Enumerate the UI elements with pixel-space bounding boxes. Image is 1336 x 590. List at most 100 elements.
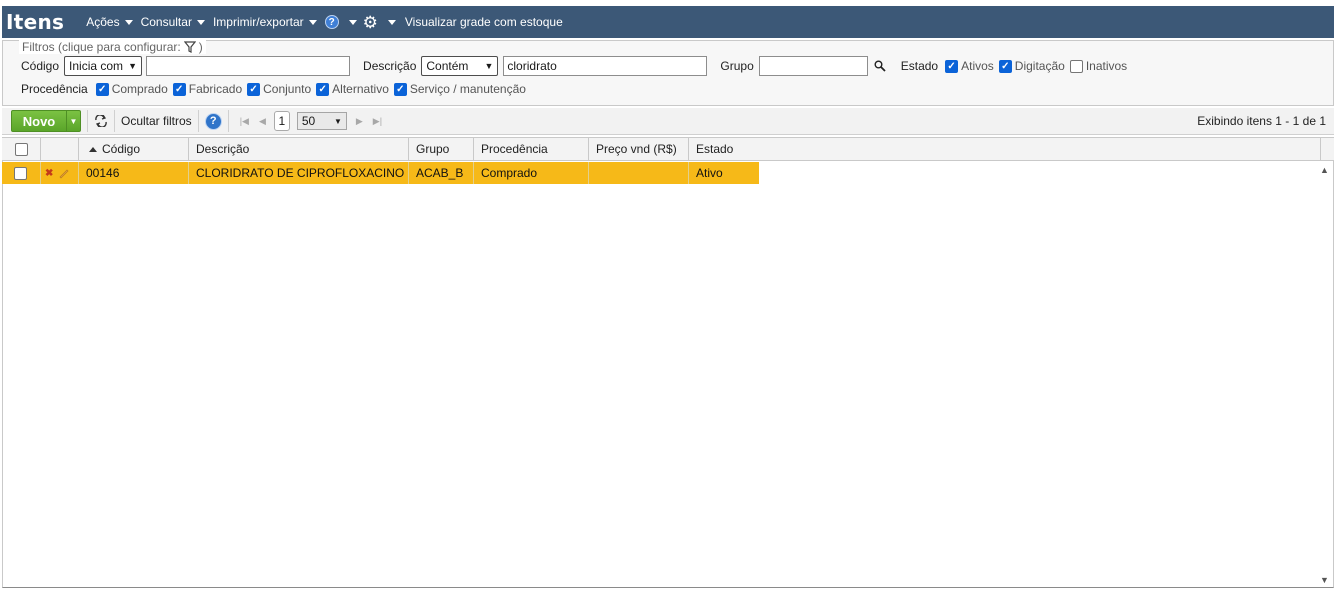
column-procedencia[interactable]: Procedência xyxy=(474,138,589,160)
chevron-down-icon: ▼ xyxy=(484,61,494,71)
menu-consultar[interactable]: Consultar xyxy=(141,15,205,29)
delete-icon[interactable]: ✖ xyxy=(45,168,53,179)
proc-alternativo-label: Alternativo xyxy=(332,82,389,96)
scroll-up-arrow-icon[interactable]: ▲ xyxy=(1320,165,1329,175)
page-number-input[interactable]: 1 xyxy=(273,111,290,131)
codigo-mode-select[interactable]: Inicia com ▼ xyxy=(64,56,143,76)
descricao-mode-select[interactable]: Contém ▼ xyxy=(421,56,499,76)
gear-icon: ⚙ xyxy=(362,12,378,32)
estado-ativos-checkbox[interactable]: ✓ xyxy=(945,59,959,73)
row-checkbox[interactable] xyxy=(14,166,27,180)
estado-inativos-label: Inativos xyxy=(1085,59,1128,73)
descricao-mode-value: Contém xyxy=(426,59,469,73)
menu-acoes[interactable]: Ações xyxy=(86,15,133,29)
edit-pencil-icon[interactable] xyxy=(58,167,70,179)
chevron-down-icon xyxy=(196,19,205,25)
page-title: Itens xyxy=(6,10,65,34)
scrollbar-header xyxy=(1321,138,1334,160)
proc-servico-label: Serviço / manutenção xyxy=(409,82,526,96)
codigo-label: Código xyxy=(21,59,60,73)
filters-row-1: Código Inicia com ▼ Descrição Contém ▼ c… xyxy=(21,56,1132,76)
descricao-input[interactable]: cloridrato xyxy=(503,56,708,76)
page-number-value: 1 xyxy=(278,114,286,128)
menu-consultar-label: Consultar xyxy=(140,15,192,29)
grupo-label: Grupo xyxy=(720,59,754,73)
column-codigo-label: Código xyxy=(102,142,141,156)
column-preco[interactable]: Preço vnd (R$) xyxy=(589,138,689,160)
toolbar-divider xyxy=(227,110,229,132)
refresh-icon[interactable] xyxy=(94,115,108,127)
cell-procedencia: Comprado xyxy=(474,162,589,184)
descricao-input-value: cloridrato xyxy=(507,59,557,73)
proc-servico-checkbox[interactable]: ✓ xyxy=(393,82,407,96)
first-page-icon[interactable]: |◀ xyxy=(240,116,249,127)
toolbar-divider xyxy=(197,110,199,132)
last-page-icon[interactable]: ▶| xyxy=(373,116,382,127)
procedencia-label: Procedência xyxy=(21,82,88,96)
filters-legend-text: Filtros (clique para configurar: xyxy=(22,40,181,54)
estado-digitacao-checkbox[interactable]: ✓ xyxy=(998,59,1012,73)
proc-fabricado-label: Fabricado xyxy=(188,82,243,96)
header: Itens Ações Consultar Imprimir/exportar … xyxy=(2,6,1334,38)
grid-header: Código Descrição Grupo Procedência Preço… xyxy=(2,137,1334,161)
help-icon: ? xyxy=(324,15,339,29)
filter-icon xyxy=(183,41,196,53)
chevron-down-icon: ▼ xyxy=(333,116,342,126)
table-row[interactable]: ✖ 00146 CLORIDRATO DE CIPROFLOXACINO ...… xyxy=(2,162,759,184)
chevron-down-icon[interactable]: ▼ xyxy=(66,111,80,131)
column-descricao[interactable]: Descrição xyxy=(189,138,409,160)
hide-filters-button[interactable]: Ocultar filtros xyxy=(121,114,192,128)
page-size-select[interactable]: 50 ▼ xyxy=(296,112,347,130)
estado-ativos-label: Ativos xyxy=(961,59,994,73)
proc-alternativo-checkbox[interactable]: ✓ xyxy=(316,82,330,96)
page-size-value: 50 xyxy=(301,114,316,128)
new-button[interactable]: Novo ▼ xyxy=(11,110,81,132)
main-menu: Ações Consultar Imprimir/exportar ? ⚙ Vi… xyxy=(86,14,571,31)
estado-digitacao-label: Digitação xyxy=(1014,59,1065,73)
codigo-input[interactable] xyxy=(146,56,351,76)
showing-items-text: Exibindo itens 1 - 1 de 1 xyxy=(1197,114,1326,128)
toolbar-divider xyxy=(87,110,88,132)
scroll-down-arrow-icon[interactable]: ▼ xyxy=(1320,575,1329,585)
search-icon[interactable] xyxy=(874,60,886,72)
help-menu[interactable]: ? xyxy=(324,15,357,29)
cell-grupo: ACAB_B xyxy=(409,162,474,184)
new-button-label: Novo xyxy=(22,113,56,129)
filters-panel: Filtros (clique para configurar: ) Códig… xyxy=(2,40,1334,106)
codigo-mode-value: Inicia com xyxy=(69,59,124,73)
column-estado[interactable]: Estado xyxy=(689,138,1321,160)
visualizar-grade-estoque[interactable]: Visualizar grade com estoque xyxy=(405,15,563,29)
chevron-down-icon xyxy=(387,19,396,25)
chevron-down-icon: ▼ xyxy=(128,61,138,71)
estado-inativos-checkbox[interactable] xyxy=(1069,59,1083,73)
column-grupo-label: Grupo xyxy=(416,142,450,156)
column-descricao-label: Descrição xyxy=(196,142,250,156)
column-grupo[interactable]: Grupo xyxy=(409,138,474,160)
proc-conjunto-checkbox[interactable]: ✓ xyxy=(247,82,261,96)
settings-menu[interactable]: ⚙ xyxy=(363,14,396,31)
chevron-down-icon xyxy=(348,19,357,25)
prev-page-icon[interactable]: ◀ xyxy=(259,116,266,127)
column-preco-label: Preço vnd (R$) xyxy=(596,142,677,156)
next-page-icon[interactable]: ▶ xyxy=(356,116,363,127)
toolbar-divider xyxy=(114,110,115,132)
filters-legend[interactable]: Filtros (clique para configurar: ) xyxy=(19,40,206,54)
visualizar-label: Visualizar grade com estoque xyxy=(404,15,563,29)
menu-imprimir-exportar[interactable]: Imprimir/exportar xyxy=(213,15,317,29)
grupo-input[interactable] xyxy=(758,56,868,76)
select-all-checkbox[interactable] xyxy=(15,142,28,156)
cell-descricao: CLORIDRATO DE CIPROFLOXACINO ... xyxy=(189,162,409,184)
filters-row-2: Procedência ✓ Comprado ✓ Fabricado ✓ Con… xyxy=(21,82,531,96)
top-bar: Itens Ações Consultar Imprimir/exportar … xyxy=(0,0,1336,38)
estado-label: Estado xyxy=(900,59,939,73)
column-codigo[interactable]: Código xyxy=(79,138,189,160)
select-all-header xyxy=(2,138,41,160)
cell-codigo: 00146 xyxy=(79,162,189,184)
menu-acoes-label: Ações xyxy=(86,15,120,29)
proc-comprado-checkbox[interactable]: ✓ xyxy=(95,82,109,96)
proc-comprado-label: Comprado xyxy=(111,82,168,96)
proc-fabricado-checkbox[interactable]: ✓ xyxy=(172,82,186,96)
actions-header xyxy=(41,138,79,160)
cell-preco xyxy=(589,162,689,184)
help-icon[interactable]: ? xyxy=(204,112,222,130)
